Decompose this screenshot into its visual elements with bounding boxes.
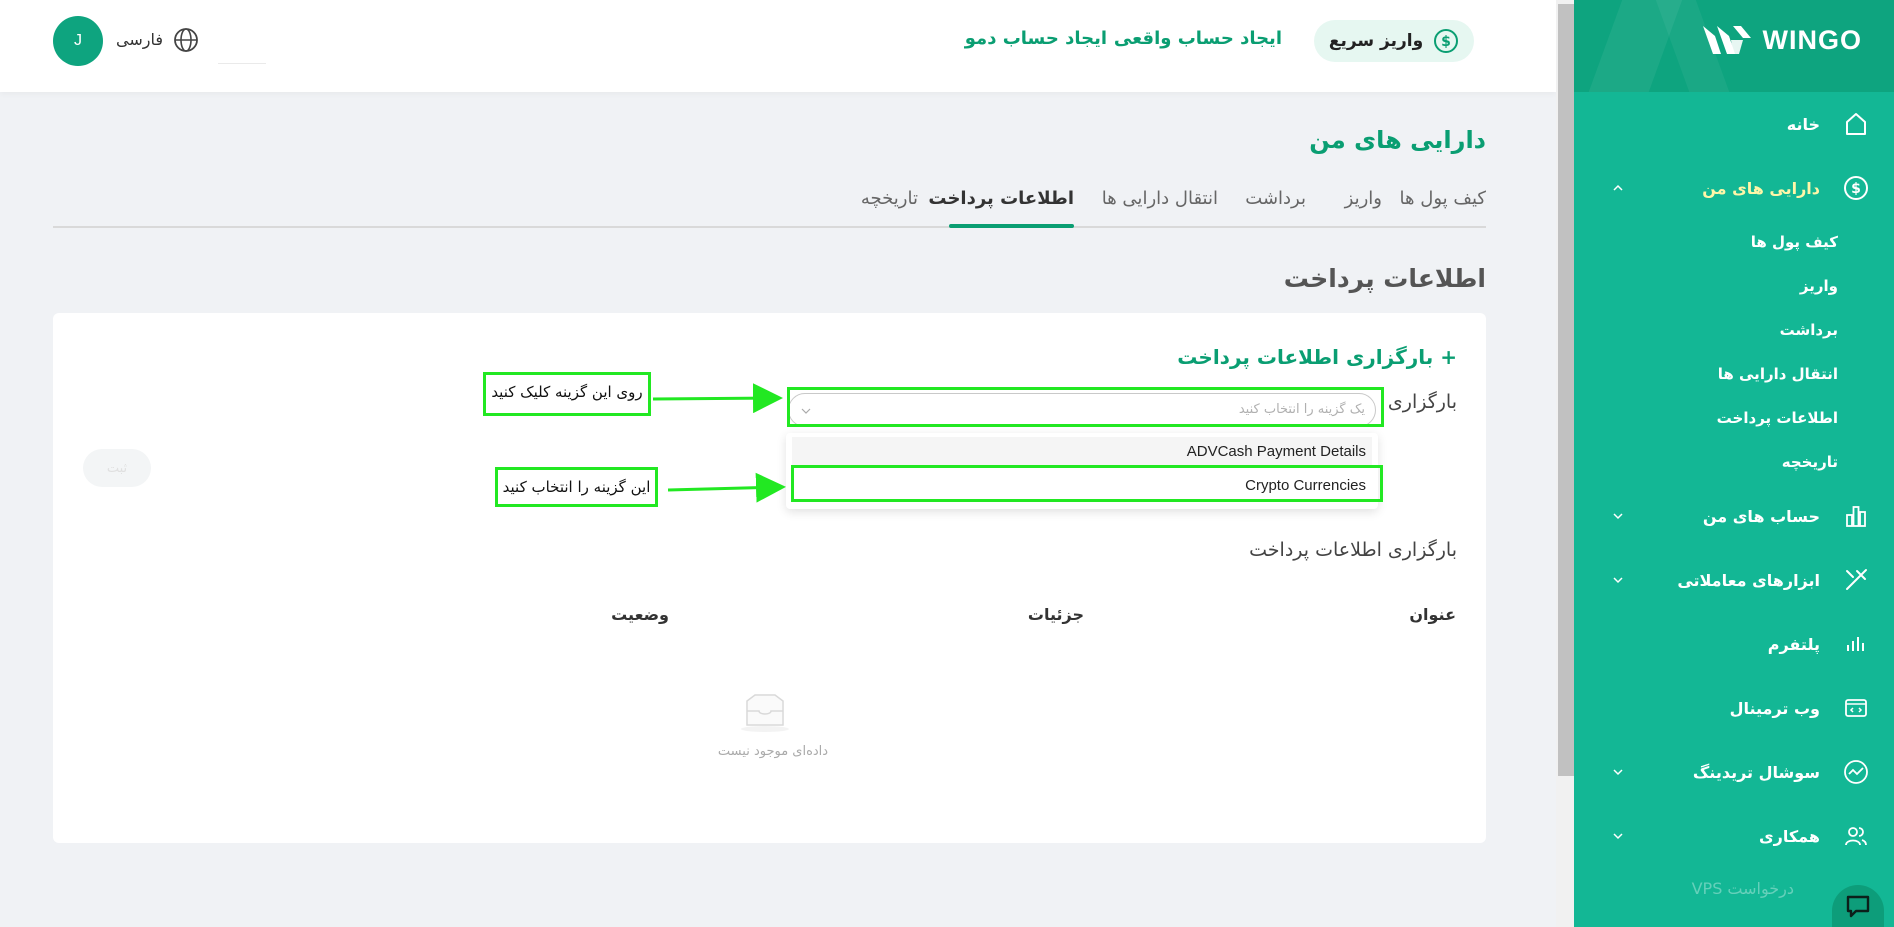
annotation-select-label: این گزینه را انتخاب کنید [498,470,655,504]
sidebar-item-social-trading[interactable]: سوشال تریدینگ [1574,740,1894,804]
sidebar-header: WINGO [1574,0,1894,92]
sidebar-subitem-history[interactable]: تاریخچه [1574,440,1894,484]
bar-chart-icon [1842,502,1870,530]
chevron-down-icon[interactable] [1612,830,1624,842]
chevron-up-icon[interactable] [1612,182,1624,194]
sidebar-item-label: همکاری [1758,826,1820,846]
chevron-down-icon[interactable] [1612,574,1624,586]
sidebar-item-home[interactable]: خانه [1574,92,1894,156]
option-advcash[interactable]: ADVCash Payment Details [792,437,1372,467]
submit-button[interactable]: ثبت [83,449,151,487]
top-bar: $ واریز سریع ایجاد حساب واقعی ایجاد حساب… [0,0,1556,92]
add-payment-info-link[interactable]: + بارگزاری اطلاعات پرداخت [1177,345,1457,369]
dollar-circle-icon: $ [1842,174,1870,202]
wingo-logo-icon [1702,26,1751,54]
chevron-down-icon[interactable] [1612,510,1624,522]
sidebar-subitem-payment-info[interactable]: اطلاعات پرداخت [1574,396,1894,440]
quick-deposit-label: واریز سریع [1328,31,1424,51]
scrollbar-thumb[interactable] [1558,4,1574,776]
sidebar-subitem-withdraw[interactable]: برداشت [1574,308,1894,352]
svg-text:$: $ [1851,181,1861,197]
language-selector[interactable]: فارسی [116,30,163,49]
sidebar-item-platform[interactable]: پلتفرم [1574,612,1894,676]
tab-wallets[interactable]: کیف پول ها [1400,188,1486,209]
active-tab-indicator [949,224,1074,228]
globe-icon[interactable] [172,26,200,54]
sidebar: WINGO خانه $ دارایی های من کیف پول ها وا… [1574,0,1894,927]
section-title: اطلاعات پرداخت [1283,264,1486,293]
highlight-select-box [787,387,1384,427]
column-header-status: وضعیت [611,605,669,624]
column-header-details: جزئیات [1027,605,1084,624]
page-title: دارایی های من [1309,126,1486,154]
sidebar-item-trading-tools[interactable]: ابزارهای معاملاتی [1574,548,1894,612]
sidebar-item-label: ابزارهای معاملاتی [1677,570,1820,590]
asset-tabs: کیف پول ها واریز برداشت انتقال دارایی ها… [53,176,1486,228]
sidebar-nav: خانه $ دارایی های من کیف پول ها واریز بر… [1574,92,1894,908]
sidebar-item-web-terminal[interactable]: وب ترمینال [1574,676,1894,740]
users-icon [1842,822,1870,850]
sidebar-item-my-accounts[interactable]: حساب های من [1574,484,1894,548]
brand-name: WINGO [1762,24,1862,55]
sidebar-item-label: وب ترمینال [1729,698,1820,718]
signal-bars-icon [1842,630,1870,658]
empty-state-text: داده‌ای موجود نیست [717,744,829,759]
empty-inbox-icon [741,694,789,732]
home-icon [1842,110,1870,138]
avatar[interactable]: J [53,16,103,66]
sidebar-subitem-transfer[interactable]: انتقال دارایی ها [1574,352,1894,396]
sidebar-item-label: خانه [1786,114,1820,134]
upload-label: بارگزاری [1387,391,1457,413]
brand-logo[interactable]: WINGO [1701,24,1863,56]
chat-bubble-icon [1846,895,1870,918]
trend-circle-icon [1842,758,1870,786]
sidebar-item-label: حساب های من [1702,506,1820,526]
tab-history[interactable]: تاریخچه [861,188,918,209]
open-real-account-link[interactable]: ایجاد حساب واقعی [1114,28,1282,49]
svg-text:$: $ [1441,34,1451,50]
tab-withdraw[interactable]: برداشت [1245,188,1306,209]
sidebar-item-label: پلتفرم [1767,634,1820,654]
annotation-click-label: روی این گزینه کلیک کنید [486,375,648,413]
browser-code-icon [1842,694,1870,722]
column-header-title: عنوان [1409,605,1456,624]
highlight-crypto-option [791,465,1383,502]
open-demo-account-link[interactable]: ایجاد حساب دمو [965,28,1107,49]
sidebar-subitem-wallets[interactable]: کیف پول ها [1574,220,1894,264]
chevron-down-icon[interactable] [1612,766,1624,778]
sidebar-item-partnership[interactable]: همکاری [1574,804,1894,868]
sidebar-item-my-assets[interactable]: $ دارایی های من [1574,156,1894,220]
sidebar-item-label: سوشال تریدینگ [1692,762,1820,782]
tab-deposit[interactable]: واریز [1345,188,1382,209]
sidebar-subitem-deposit[interactable]: واریز [1574,264,1894,308]
tab-transfer[interactable]: انتقال دارایی ها [1102,188,1218,209]
table-title: بارگزاری اطلاعات پرداخت [1249,539,1457,561]
tab-payment-info[interactable]: اطلاعات پرداخت [928,188,1074,209]
sidebar-item-label: دارایی های من [1702,178,1820,198]
tools-icon [1842,566,1870,594]
dollar-circle-icon: $ [1434,29,1459,53]
divider [218,63,266,64]
quick-deposit-button[interactable]: $ واریز سریع [1314,20,1474,62]
